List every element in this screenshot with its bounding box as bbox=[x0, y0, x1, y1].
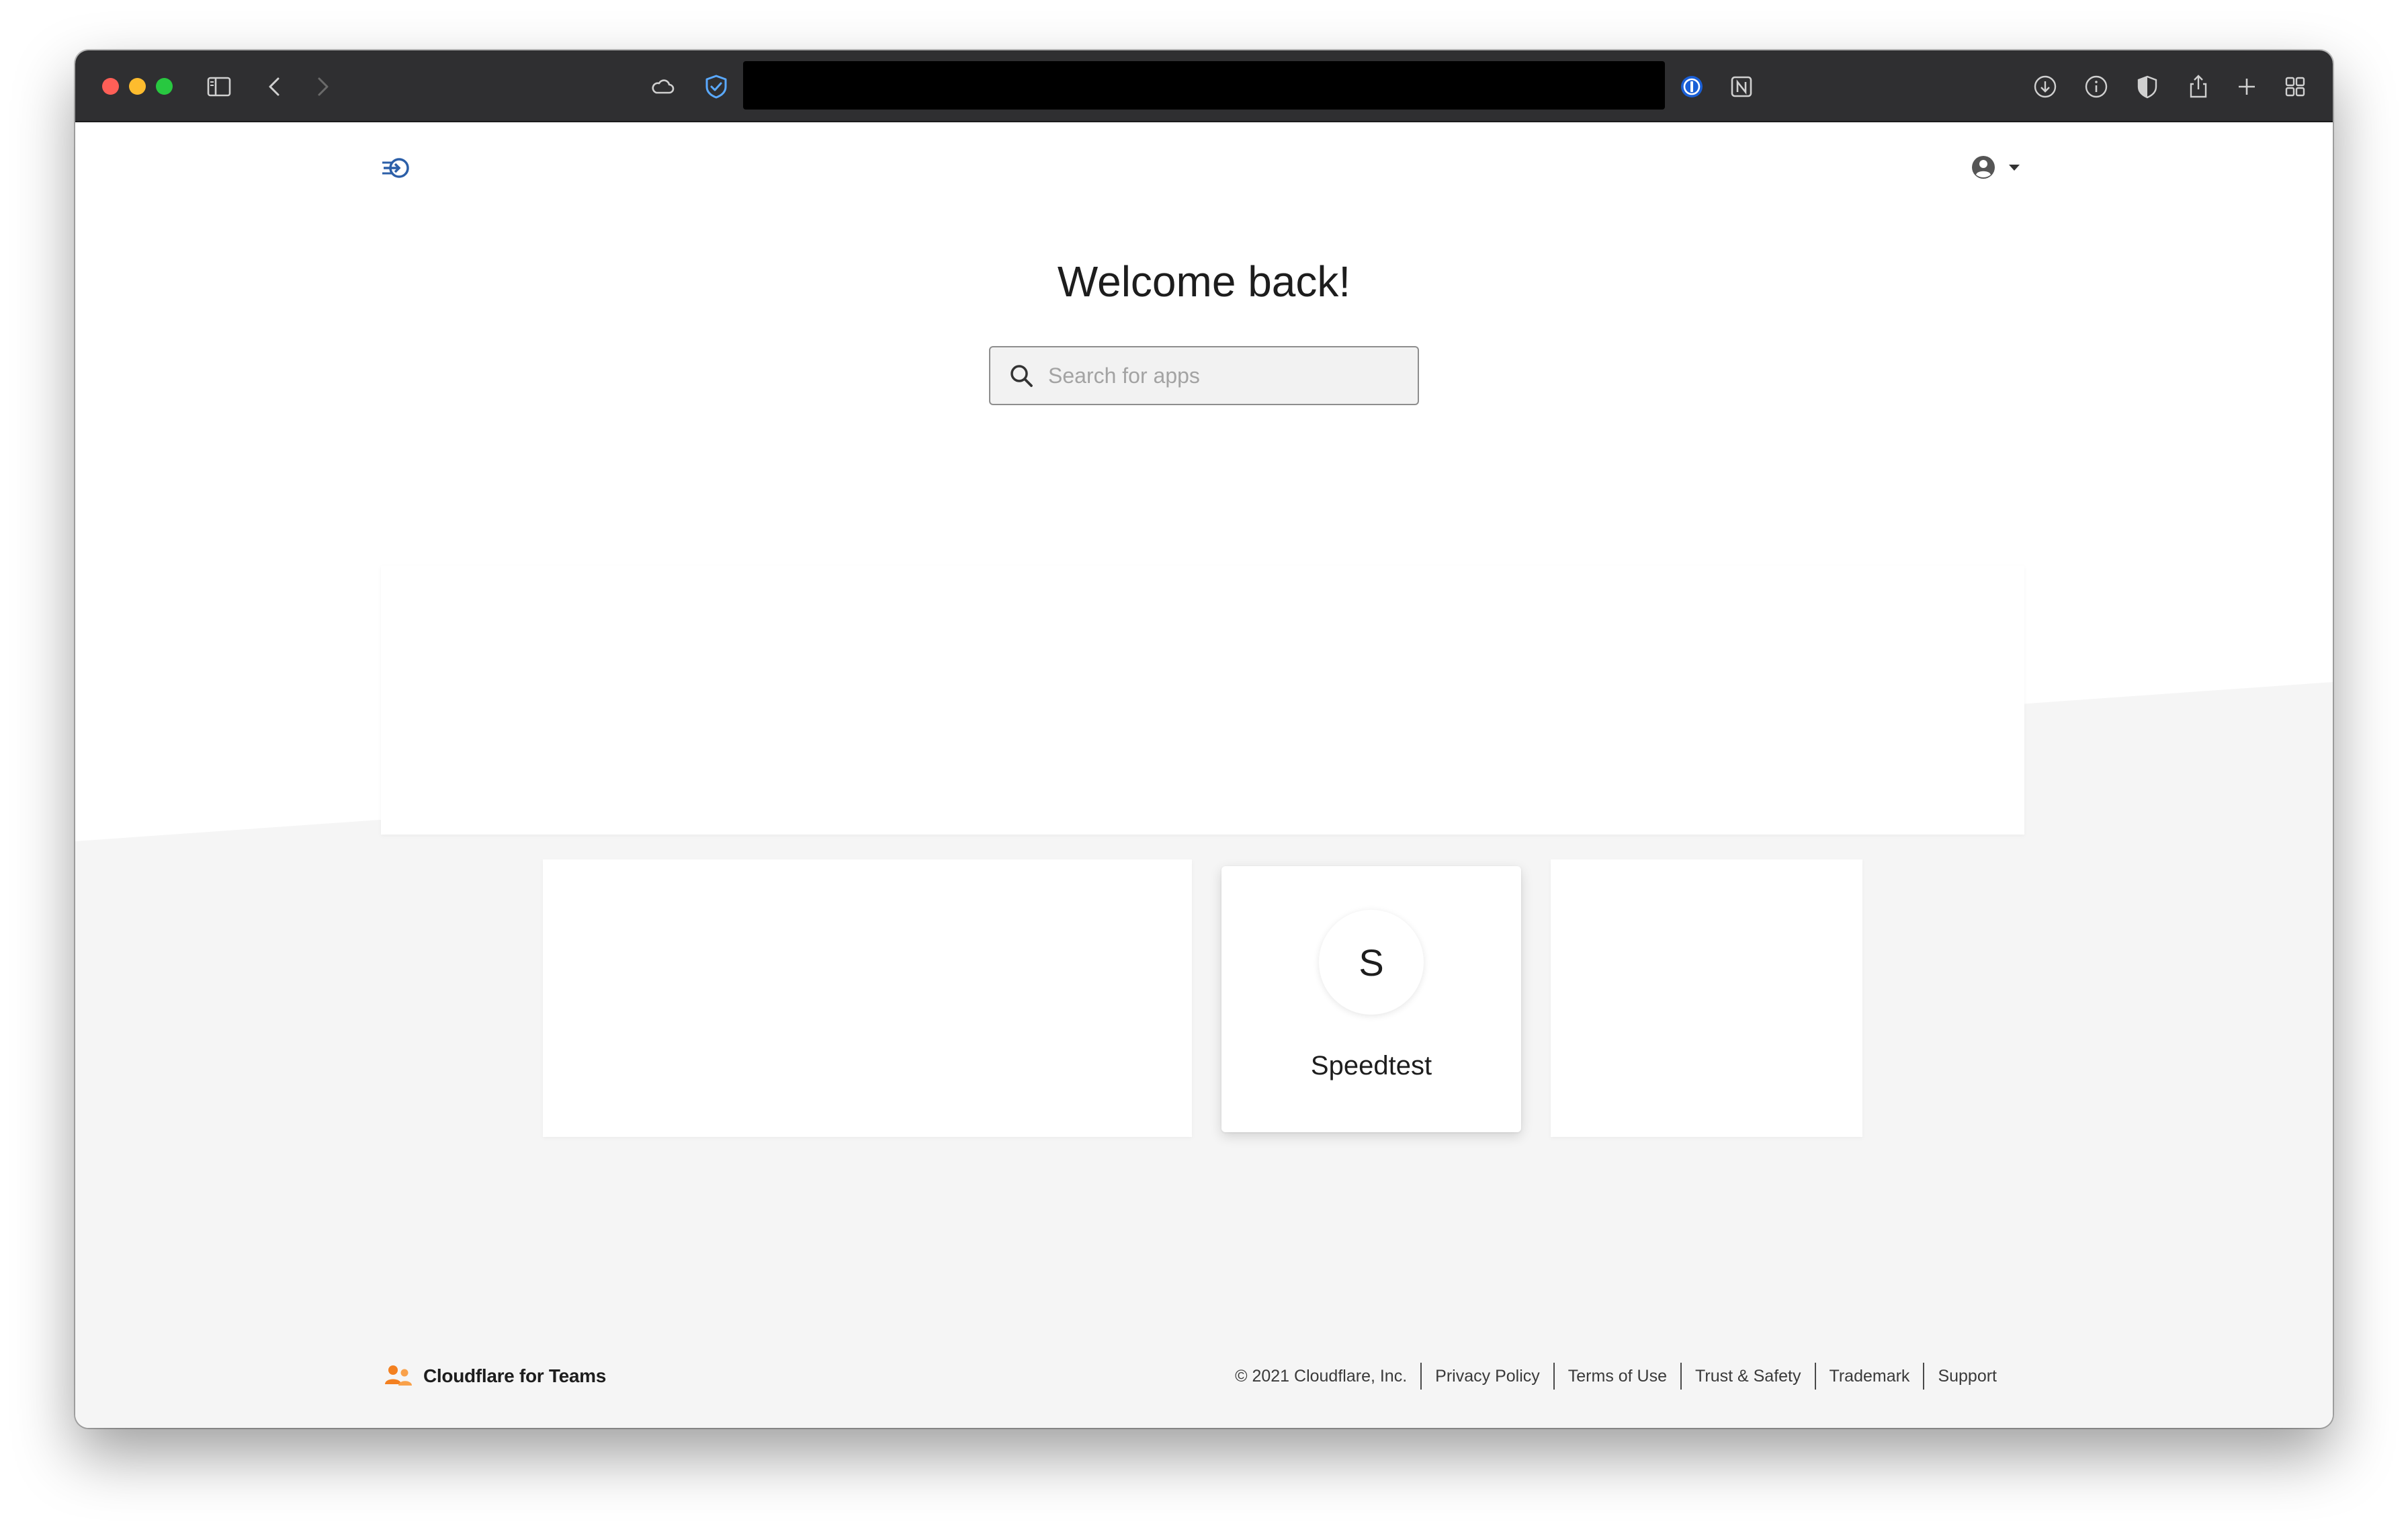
footer-brand[interactable]: Cloudflare for Teams bbox=[383, 1361, 606, 1392]
forward-icon[interactable] bbox=[306, 71, 339, 103]
search-input[interactable] bbox=[1036, 347, 1418, 404]
support-link[interactable]: Support bbox=[1938, 1367, 1997, 1386]
sidebar-icon[interactable] bbox=[203, 71, 235, 103]
search-icon bbox=[1006, 361, 1036, 390]
app-card-placeholder bbox=[1551, 859, 1862, 1137]
browser-window: Welcome back! S Speedtest Cloudflar bbox=[75, 50, 2333, 1428]
featured-panel bbox=[381, 566, 2024, 835]
footer: Cloudflare for Teams © 2021 Cloudflare, … bbox=[75, 1361, 2333, 1401]
app-launcher-page: Welcome back! S Speedtest Cloudflar bbox=[75, 122, 2333, 1428]
app-card-placeholder bbox=[543, 859, 1192, 1137]
cloudflare-access-logo[interactable] bbox=[381, 152, 413, 184]
info-icon[interactable] bbox=[2080, 71, 2112, 103]
trust-safety-link[interactable]: Trust & Safety bbox=[1695, 1367, 1801, 1386]
cloudflare-teams-icon bbox=[385, 1365, 412, 1386]
user-circle-icon bbox=[1972, 156, 1995, 179]
new-tab-icon[interactable] bbox=[2231, 71, 2263, 103]
back-icon[interactable] bbox=[259, 71, 291, 103]
bitwarden-icon[interactable] bbox=[700, 71, 732, 103]
address-bar[interactable] bbox=[743, 61, 1665, 110]
notion-icon[interactable] bbox=[1725, 71, 1758, 103]
app-avatar: S bbox=[1319, 910, 1424, 1015]
browser-toolbar bbox=[75, 50, 2333, 122]
privacy-policy-link[interactable]: Privacy Policy bbox=[1435, 1367, 1540, 1386]
app-name: Speedtest bbox=[1310, 1051, 1432, 1080]
tab-overview-icon[interactable] bbox=[2279, 71, 2311, 103]
user-menu[interactable] bbox=[1970, 152, 2030, 183]
onepassword-icon[interactable] bbox=[1676, 71, 1708, 103]
icloud-icon[interactable] bbox=[646, 71, 679, 103]
terms-of-use-link[interactable]: Terms of Use bbox=[1568, 1367, 1667, 1386]
trademark-link[interactable]: Trademark bbox=[1830, 1367, 1910, 1386]
minimize-window-button[interactable] bbox=[129, 78, 146, 95]
zoom-window-button[interactable] bbox=[156, 78, 173, 95]
footer-links: © 2021 Cloudflare, Inc. Privacy Policy T… bbox=[1221, 1361, 2010, 1392]
share-icon[interactable] bbox=[2182, 71, 2214, 103]
app-card-speedtest[interactable]: S Speedtest bbox=[1221, 866, 1521, 1132]
copyright-text: © 2021 Cloudflare, Inc. bbox=[1235, 1367, 1408, 1386]
page-title: Welcome back! bbox=[1057, 257, 1351, 306]
downloads-icon[interactable] bbox=[2029, 71, 2061, 103]
caret-down-icon bbox=[2009, 165, 2020, 171]
shield-icon[interactable] bbox=[2131, 71, 2163, 103]
close-window-button[interactable] bbox=[102, 78, 119, 95]
brand-name: Cloudflare for Teams bbox=[423, 1365, 606, 1386]
app-search-box[interactable] bbox=[989, 346, 1419, 405]
